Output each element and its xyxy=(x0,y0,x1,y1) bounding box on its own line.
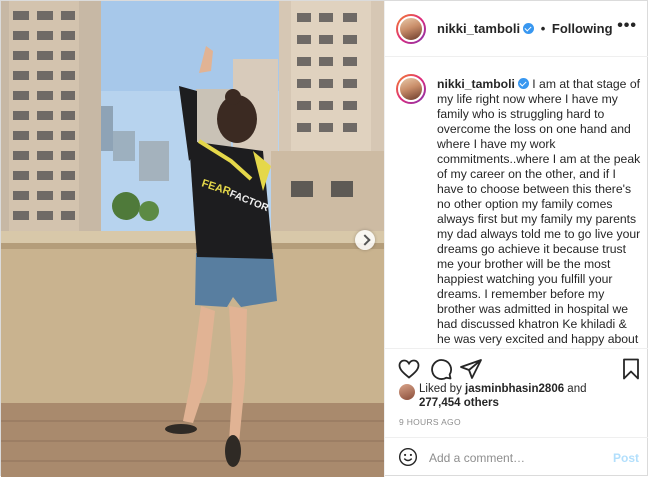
comment-box: Post xyxy=(385,437,648,477)
likes-summary: Liked by jasminbhasin2806 and 277,454 ot… xyxy=(399,382,639,410)
likes-middle: and xyxy=(564,383,587,395)
photo-illustration: FEAR FACTOR xyxy=(1,1,384,477)
caption-verified-badge-icon xyxy=(517,78,529,89)
caption-username[interactable]: nikki_tamboli xyxy=(437,77,515,91)
caption-body: I am at that stage of my life right now … xyxy=(437,77,641,348)
likes-count[interactable]: 277,454 others xyxy=(419,397,499,409)
author-line: nikki_tamboli • Following xyxy=(437,21,613,36)
verified-badge-icon xyxy=(523,23,535,34)
caption-area: nikki_tamboli I am at that stage of my l… xyxy=(385,58,648,348)
paper-plane-icon[interactable] xyxy=(459,357,483,381)
post-comment-button[interactable]: Post xyxy=(613,451,639,465)
following-button[interactable]: Following xyxy=(552,21,613,36)
likes-prefix: Liked by xyxy=(419,383,466,395)
post-header: nikki_tamboli • Following ••• xyxy=(385,1,648,57)
instagram-post: FEAR FACTOR nikki_tamboli • Following ••… xyxy=(0,0,648,477)
comment-bubble-icon[interactable] xyxy=(429,357,453,381)
carousel-next-button[interactable] xyxy=(355,230,375,250)
caption-text: nikki_tamboli I am at that stage of my l… xyxy=(437,77,642,348)
separator-dot: • xyxy=(540,21,546,36)
more-options-icon[interactable]: ••• xyxy=(617,18,637,34)
post-side-panel: nikki_tamboli • Following ••• nikki_tamb… xyxy=(384,1,648,477)
post-timestamp[interactable]: 9 HOURS AGO xyxy=(399,417,461,427)
liker-username[interactable]: jasminbhasin2806 xyxy=(465,383,564,395)
comment-input[interactable] xyxy=(429,449,599,467)
heart-icon[interactable] xyxy=(397,357,421,381)
post-photo[interactable]: FEAR FACTOR xyxy=(1,1,384,477)
author-username[interactable]: nikki_tamboli xyxy=(437,21,520,36)
emoji-icon[interactable] xyxy=(398,447,418,467)
likes-text: Liked by jasminbhasin2806 and 277,454 ot… xyxy=(419,382,639,410)
author-avatar[interactable] xyxy=(396,14,426,44)
liker-avatar[interactable] xyxy=(399,384,415,400)
bookmark-icon[interactable] xyxy=(619,357,643,381)
caption-author-avatar[interactable] xyxy=(396,74,426,104)
